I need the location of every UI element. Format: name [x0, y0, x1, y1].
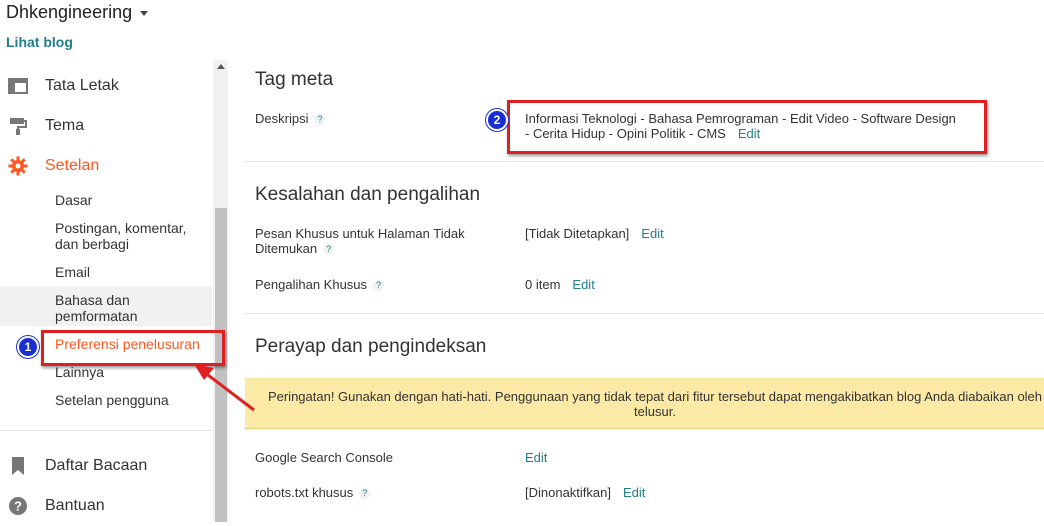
- help-icon[interactable]: ?: [323, 244, 335, 256]
- robots-txt-label-text: robots.txt khusus: [255, 485, 354, 500]
- help-icon[interactable]: ?: [373, 280, 385, 292]
- section-title-meta: Tag meta: [255, 69, 334, 90]
- custom-404-label-line2: Ditemukan: [255, 241, 318, 256]
- annotation-badge-1: 1: [17, 336, 39, 358]
- description-label: Deskripsi?: [255, 111, 326, 126]
- submenu-posts-comments-line2[interactable]: dan berbagi: [55, 236, 129, 252]
- section-divider: [245, 161, 1044, 162]
- submenu-language-line2[interactable]: pemformatan: [55, 308, 137, 324]
- submenu-basic[interactable]: Dasar: [55, 192, 92, 208]
- help-icon[interactable]: ?: [314, 114, 326, 126]
- edit-robots-txt-link[interactable]: Edit: [623, 485, 645, 500]
- custom-404-label-line1: Pesan Khusus untuk Halaman Tidak: [255, 226, 465, 241]
- sidebar: Tata Letak Tema Setelan Dasar Postingan,…: [0, 60, 212, 522]
- sidebar-item-label: Setelan: [45, 157, 100, 174]
- custom-redirect-value: 0 item Edit: [525, 277, 595, 292]
- view-blog-link[interactable]: Lihat blog: [6, 34, 73, 50]
- warning-line1: Peringatan! Gunakan dengan hati-hati. Pe…: [267, 389, 1043, 404]
- submenu-email[interactable]: Email: [55, 264, 90, 280]
- edit-custom-redirect-link[interactable]: Edit: [572, 277, 594, 292]
- edit-google-search-console-link[interactable]: Edit: [525, 450, 547, 465]
- robots-txt-label: robots.txt khusus?: [255, 485, 371, 500]
- gear-icon: [8, 156, 28, 176]
- submenu-user-settings[interactable]: Setelan pengguna: [55, 392, 169, 408]
- custom-redirect-count: 0 item: [525, 277, 561, 292]
- section-title-errors: Kesalahan dan pengalihan: [255, 184, 481, 205]
- robots-txt-status: [Dinonaktifkan]: [525, 485, 611, 500]
- blog-title: Dhkengineering: [6, 2, 133, 22]
- warning-banner: Peringatan! Gunakan dengan hati-hati. Pe…: [245, 378, 1044, 429]
- help-icon[interactable]: ?: [359, 488, 371, 500]
- annotation-badge-2: 2: [486, 109, 508, 131]
- custom-redirect-label: Pengalihan Khusus?: [255, 277, 385, 292]
- sidebar-item-help[interactable]: ? Bantuan: [0, 486, 212, 526]
- sidebar-item-label: Tata Letak: [45, 77, 119, 94]
- blog-title-dropdown[interactable]: Dhkengineering: [6, 2, 149, 23]
- sidebar-item-label: Daftar Bacaan: [45, 457, 148, 474]
- robots-txt-value: [Dinonaktifkan] Edit: [525, 485, 645, 500]
- custom-404-status: [Tidak Ditetapkan]: [525, 226, 630, 241]
- caret-down-icon: [140, 11, 149, 16]
- submenu-posts-comments[interactable]: Postingan, komentar,: [55, 220, 187, 236]
- sidebar-item-label: Tema: [45, 117, 85, 134]
- description-label-text: Deskripsi: [255, 111, 309, 126]
- layout-icon: [8, 78, 28, 94]
- sidebar-item-label: Bantuan: [45, 497, 105, 514]
- custom-redirect-label-text: Pengalihan Khusus: [255, 277, 368, 292]
- custom-404-label: Pesan Khusus untuk Halaman Tidak Ditemuk…: [255, 226, 465, 256]
- warning-line2: telusur.: [634, 404, 676, 419]
- sidebar-divider: [0, 430, 212, 431]
- edit-custom-404-link[interactable]: Edit: [641, 226, 663, 241]
- annotation-arrow-icon: [194, 364, 255, 412]
- submenu-language[interactable]: Bahasa dan: [55, 292, 130, 308]
- google-search-console-label: Google Search Console: [255, 450, 394, 465]
- scroll-up-arrow-icon[interactable]: [217, 64, 225, 69]
- svg-text:?: ?: [14, 499, 22, 514]
- sidebar-item-settings[interactable]: Setelan: [0, 146, 212, 186]
- submenu-other[interactable]: Lainnya: [55, 364, 104, 380]
- section-title-crawl: Perayap dan pengindeksan: [255, 336, 487, 357]
- bookmark-icon: [12, 457, 24, 475]
- sidebar-item-layout[interactable]: Tata Letak: [0, 66, 212, 106]
- custom-404-value: [Tidak Ditetapkan] Edit: [525, 226, 664, 241]
- sidebar-item-theme[interactable]: Tema: [0, 106, 212, 146]
- section-divider: [245, 313, 1044, 314]
- sidebar-item-reading-list[interactable]: Daftar Bacaan: [0, 446, 212, 486]
- paint-roller-icon: [10, 118, 27, 135]
- annotation-box-2: [507, 100, 987, 154]
- help-icon: ?: [9, 497, 27, 515]
- google-search-console-value: Edit: [525, 450, 547, 465]
